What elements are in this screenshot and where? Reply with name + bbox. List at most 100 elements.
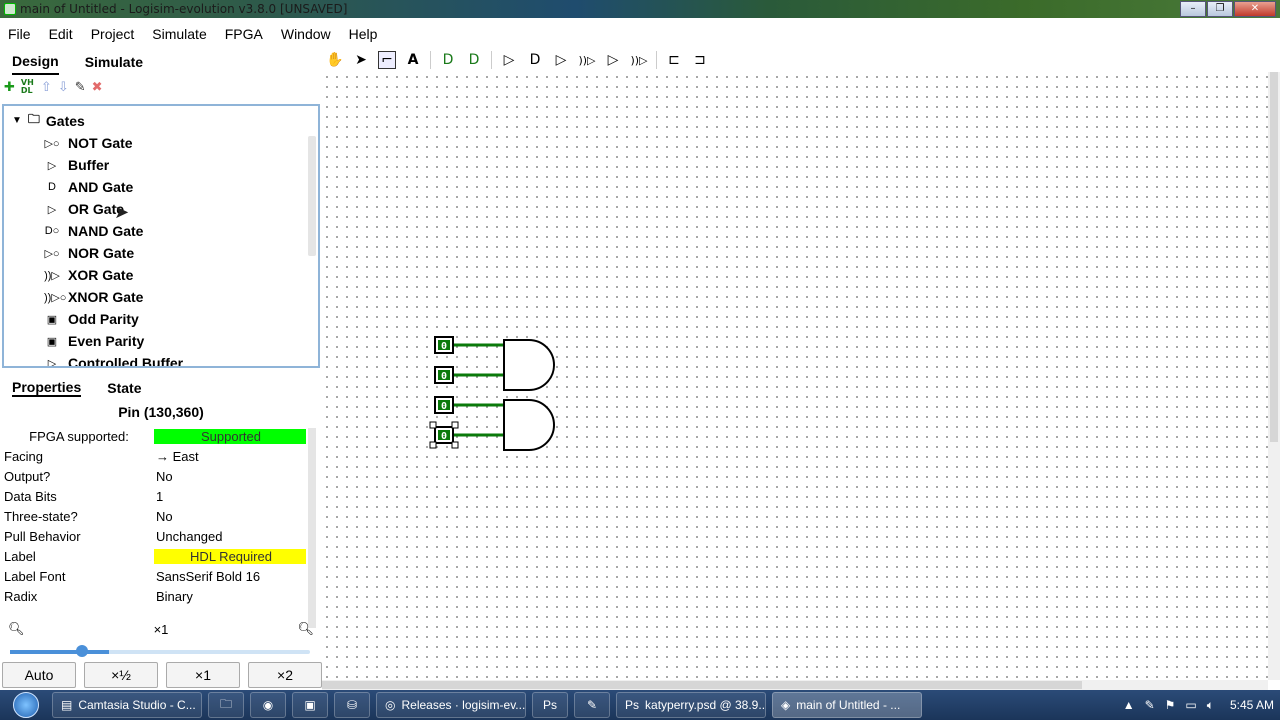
zoom-in-icon[interactable]: 🔍︎ [297, 621, 314, 637]
or-gate-tool-icon[interactable]: ▷ [552, 52, 570, 68]
taskbar-item-chrome[interactable]: ◎ Releases · logisim-ev... [376, 692, 526, 718]
property-value[interactable]: No [154, 509, 306, 524]
menu-window[interactable]: Window [281, 26, 341, 42]
menu-edit[interactable]: Edit [49, 26, 83, 42]
maximize-button[interactable]: ❐ [1207, 1, 1233, 17]
minimize-button[interactable]: – [1180, 1, 1206, 17]
property-value[interactable]: SansSerif Bold 16 [154, 569, 306, 584]
canvas-toolbar: ✋ ➤ ⌐ A D D ▷ D ▷ ))▷ ▷ ))▷ ⊏ ⊐ [322, 48, 1280, 72]
taskbar-item-label: katyperry.psd @ 38.9... [645, 698, 766, 712]
tree-item-nand-gate[interactable]: D○ NAND Gate [44, 220, 183, 242]
add-component-icon[interactable]: ⊏ [665, 52, 683, 68]
edit-appearance-icon[interactable]: ✎ [75, 80, 86, 95]
tree-item-and-gate[interactable]: D AND Gate [44, 176, 183, 198]
menu-help[interactable]: Help [349, 26, 388, 42]
move-up-icon[interactable]: ⇧ [41, 80, 52, 95]
canvas-horizontal-scrollbar[interactable] [322, 680, 1268, 690]
nand-gate-tool-icon[interactable]: ▷ [604, 52, 622, 68]
tray-up-arrow-icon[interactable]: ▲ [1123, 698, 1135, 712]
tree-item-nor-gate[interactable]: ▷○ NOR Gate [44, 242, 183, 264]
xnor-gate-tool-icon[interactable]: ))▷ [630, 54, 648, 67]
tree-item-not-gate[interactable]: ▷○ NOT Gate [44, 132, 183, 154]
layout-component-icon[interactable]: ⊐ [691, 52, 709, 68]
taskbar-item-tool[interactable]: ✎ [574, 692, 610, 718]
app-icon [4, 3, 16, 15]
menu-fpga[interactable]: FPGA [225, 26, 273, 42]
and-gate-tool-icon[interactable]: D [526, 52, 544, 68]
taskbar-item-label: Releases · logisim-ev... [401, 698, 526, 712]
taskbar-item-photoshop-small[interactable]: Ps [532, 692, 568, 718]
zoom-out-icon[interactable]: 🔍︎ [8, 621, 25, 637]
tab-design[interactable]: Design [12, 49, 59, 75]
toolbar-separator [656, 51, 657, 69]
move-down-icon[interactable]: ⇩ [58, 80, 69, 95]
property-value[interactable]: HDL Required [154, 548, 306, 564]
volume-icon[interactable]: 🔈︎ [1207, 698, 1214, 713]
tree-item-buffer[interactable]: ▷ Buffer [44, 154, 183, 176]
tree-scrollbar[interactable] [308, 136, 316, 256]
property-value[interactable]: Binary [154, 589, 306, 604]
property-key: Radix [4, 588, 38, 604]
property-row: Three-state? No [2, 506, 308, 526]
pen-icon[interactable]: ✎ [1145, 698, 1155, 712]
flag-icon[interactable]: ⚑ [1165, 698, 1176, 712]
output-pin-icon[interactable]: D [465, 52, 483, 68]
windows-orb-icon [13, 692, 39, 718]
taskbar-item-firefox[interactable]: ◉ [250, 692, 286, 718]
taskbar-item-camtasia[interactable]: ▤ Camtasia Studio - C... [52, 692, 202, 718]
not-gate-tool-icon[interactable]: ▷ [500, 52, 518, 68]
property-row: FPGA supported: Supported [2, 426, 308, 446]
start-button[interactable] [0, 690, 52, 720]
circuit-canvas[interactable]: 0 0 0 0 [322, 72, 1268, 680]
expand-triangle-icon[interactable]: ▼ [12, 115, 22, 126]
menu-file[interactable]: File [8, 26, 41, 42]
wire-tool-icon[interactable]: ⌐ [378, 51, 396, 69]
property-key: Label Font [4, 568, 66, 584]
tree-item-xor-gate[interactable]: ))▷ XOR Gate [44, 264, 183, 286]
zoom-half-button[interactable]: ×½ [84, 662, 158, 688]
properties-scrollbar[interactable] [308, 428, 316, 628]
taskbar-item-logisim[interactable]: ◈ main of Untitled - ... [772, 692, 922, 718]
clock[interactable]: 5:45 AM [1230, 698, 1274, 712]
zoom-1x-button[interactable]: ×1 [166, 662, 240, 688]
taskbar-item-network[interactable]: ⛁ [334, 692, 370, 718]
tree-item-xnor-gate[interactable]: ))▷○ XNOR Gate [44, 286, 183, 308]
xor-gate-tool-icon[interactable]: ))▷ [578, 54, 596, 67]
scroll-thumb[interactable] [322, 681, 1082, 689]
input-pin-icon[interactable]: D [439, 52, 457, 68]
tree-root-gates[interactable]: ▼ 🗀 Gates [12, 110, 85, 131]
property-value[interactable]: Unchanged [154, 529, 306, 544]
close-button[interactable]: ✕ [1234, 1, 1276, 17]
property-value[interactable]: 1 [154, 489, 306, 504]
vhdl-icon[interactable]: VH DL [21, 79, 35, 95]
zoom-auto-button[interactable]: Auto [2, 662, 76, 688]
menu-simulate[interactable]: Simulate [152, 26, 216, 42]
taskbar-item-photoshop[interactable]: Ps katyperry.psd @ 38.9... [616, 692, 766, 718]
taskbar-item-app[interactable]: ▣ [292, 692, 328, 718]
canvas-vertical-scrollbar[interactable] [1268, 72, 1280, 680]
xor-gate-icon: ))▷ [44, 269, 60, 282]
display-icon[interactable]: ▭ [1185, 698, 1196, 712]
property-value[interactable]: No [154, 469, 306, 484]
scroll-thumb[interactable] [1270, 72, 1278, 442]
tree-item-odd-parity[interactable]: ▣ Odd Parity [44, 308, 183, 330]
tab-properties[interactable]: Properties [12, 379, 82, 397]
text-tool-icon[interactable]: A [404, 52, 422, 68]
select-tool-icon[interactable]: ➤ [352, 52, 370, 68]
tab-simulate[interactable]: Simulate [85, 50, 143, 74]
zoom-slider[interactable] [10, 645, 310, 657]
tab-state[interactable]: State [107, 380, 141, 396]
property-row: Pull Behavior Unchanged [2, 526, 308, 546]
property-value[interactable]: → East [154, 449, 306, 464]
hand-tool-icon[interactable]: ✋ [326, 52, 344, 68]
add-circuit-icon[interactable]: ✚ [4, 80, 15, 95]
zoom-2x-button[interactable]: ×2 [248, 662, 322, 688]
menu-project[interactable]: Project [91, 26, 145, 42]
tree-item-even-parity[interactable]: ▣ Even Parity [44, 330, 183, 352]
tree-item-controlled-buffer[interactable]: ▷ Controlled Buffer [44, 352, 183, 366]
delete-icon[interactable]: ✖ [92, 80, 103, 95]
property-row: Facing → East [2, 446, 308, 466]
taskbar-item-explorer[interactable]: 🗀 [208, 692, 244, 718]
design-tabs: Design Simulate [0, 48, 322, 76]
zoom-slider-knob[interactable] [76, 645, 88, 657]
